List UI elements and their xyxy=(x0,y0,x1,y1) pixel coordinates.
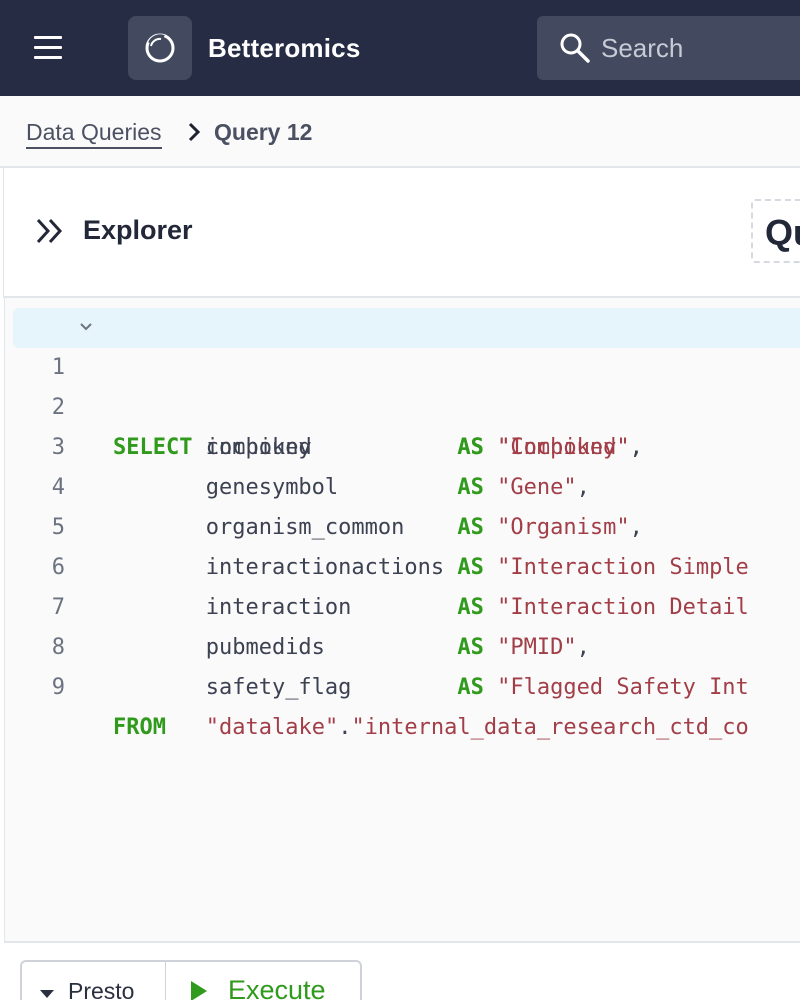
breadcrumb-link-data-queries[interactable]: Data Queries xyxy=(26,117,162,149)
search-box[interactable] xyxy=(537,16,800,80)
explorer-header: Explorer Query 12 xyxy=(3,168,800,298)
search-icon xyxy=(560,33,590,63)
code-line[interactable]: 6 interaction AS "Interaction Detail xyxy=(5,508,800,620)
line-number: 9 xyxy=(51,675,65,700)
editor-toolbar: Presto Execute xyxy=(4,941,800,1000)
play-icon xyxy=(191,981,207,1000)
code-line[interactable]: 4 organism_common AS "Organism", xyxy=(5,428,800,540)
code-line[interactable]: 5 interactionactions AS "Interaction Sim… xyxy=(5,468,800,580)
explorer-title: Explorer xyxy=(83,215,193,245)
top-nav-bar: Betteromics xyxy=(0,0,800,96)
query-engine-dropdown[interactable]: Presto xyxy=(20,960,166,1000)
code-line[interactable]: 7 pubmedids AS "PMID", xyxy=(5,548,800,660)
code-line[interactable]: 9 FROM "datalake"."internal_data_researc… xyxy=(5,628,800,740)
menu-bar xyxy=(34,46,62,49)
execute-button[interactable]: Execute xyxy=(165,960,362,1000)
breadcrumb-current: Query 12 xyxy=(214,119,313,145)
code-text: safety_flag AS "Flagged Safety Int xyxy=(113,668,749,708)
code-line[interactable]: 2 inchikey AS "Inchikey", xyxy=(5,348,800,460)
code-line[interactable]: 8 safety_flag AS "Flagged Safety Int xyxy=(5,588,800,700)
menu-bar xyxy=(34,36,62,39)
column-name: safety_flag xyxy=(205,675,352,700)
string-literal: "datalake" xyxy=(205,715,339,740)
query-title-text: Query 12 xyxy=(765,212,800,253)
menu-bar xyxy=(34,56,62,59)
code-text: FROM "datalake"."internal_data_research_… xyxy=(113,708,749,748)
hamburger-menu-icon[interactable] xyxy=(20,26,76,70)
breadcrumb: Data Queries Query 12 xyxy=(0,96,800,168)
fold-chevron-down-icon[interactable] xyxy=(79,322,93,332)
chevron-right-icon xyxy=(188,122,201,142)
execute-label: Execute xyxy=(228,975,326,1000)
string-literal: "internal_data_research_ctd_co xyxy=(351,715,749,740)
code-line[interactable]: 3 genesymbol AS "Gene", xyxy=(5,388,800,500)
query-engine-label: Presto xyxy=(68,978,135,1000)
search-input[interactable] xyxy=(601,30,800,66)
logo-ring-icon xyxy=(145,33,175,63)
code-line[interactable]: 1 SELECT compound AS "Compound", xyxy=(13,308,800,460)
sql-editor[interactable]: 1 SELECT compound AS "Compound", 2 inchi… xyxy=(4,298,800,941)
sql-keyword-as: AS xyxy=(457,675,484,700)
punctuation: . xyxy=(338,715,352,740)
query-title-field[interactable]: Query 12 xyxy=(751,199,800,263)
double-chevron-right-icon[interactable] xyxy=(34,216,66,246)
string-literal: "Flagged Safety Int xyxy=(497,675,749,700)
sql-keyword: FROM xyxy=(113,715,166,740)
brand-name[interactable]: Betteromics xyxy=(208,30,360,66)
caret-down-icon xyxy=(40,990,54,998)
brand-logo-icon[interactable] xyxy=(128,16,192,80)
